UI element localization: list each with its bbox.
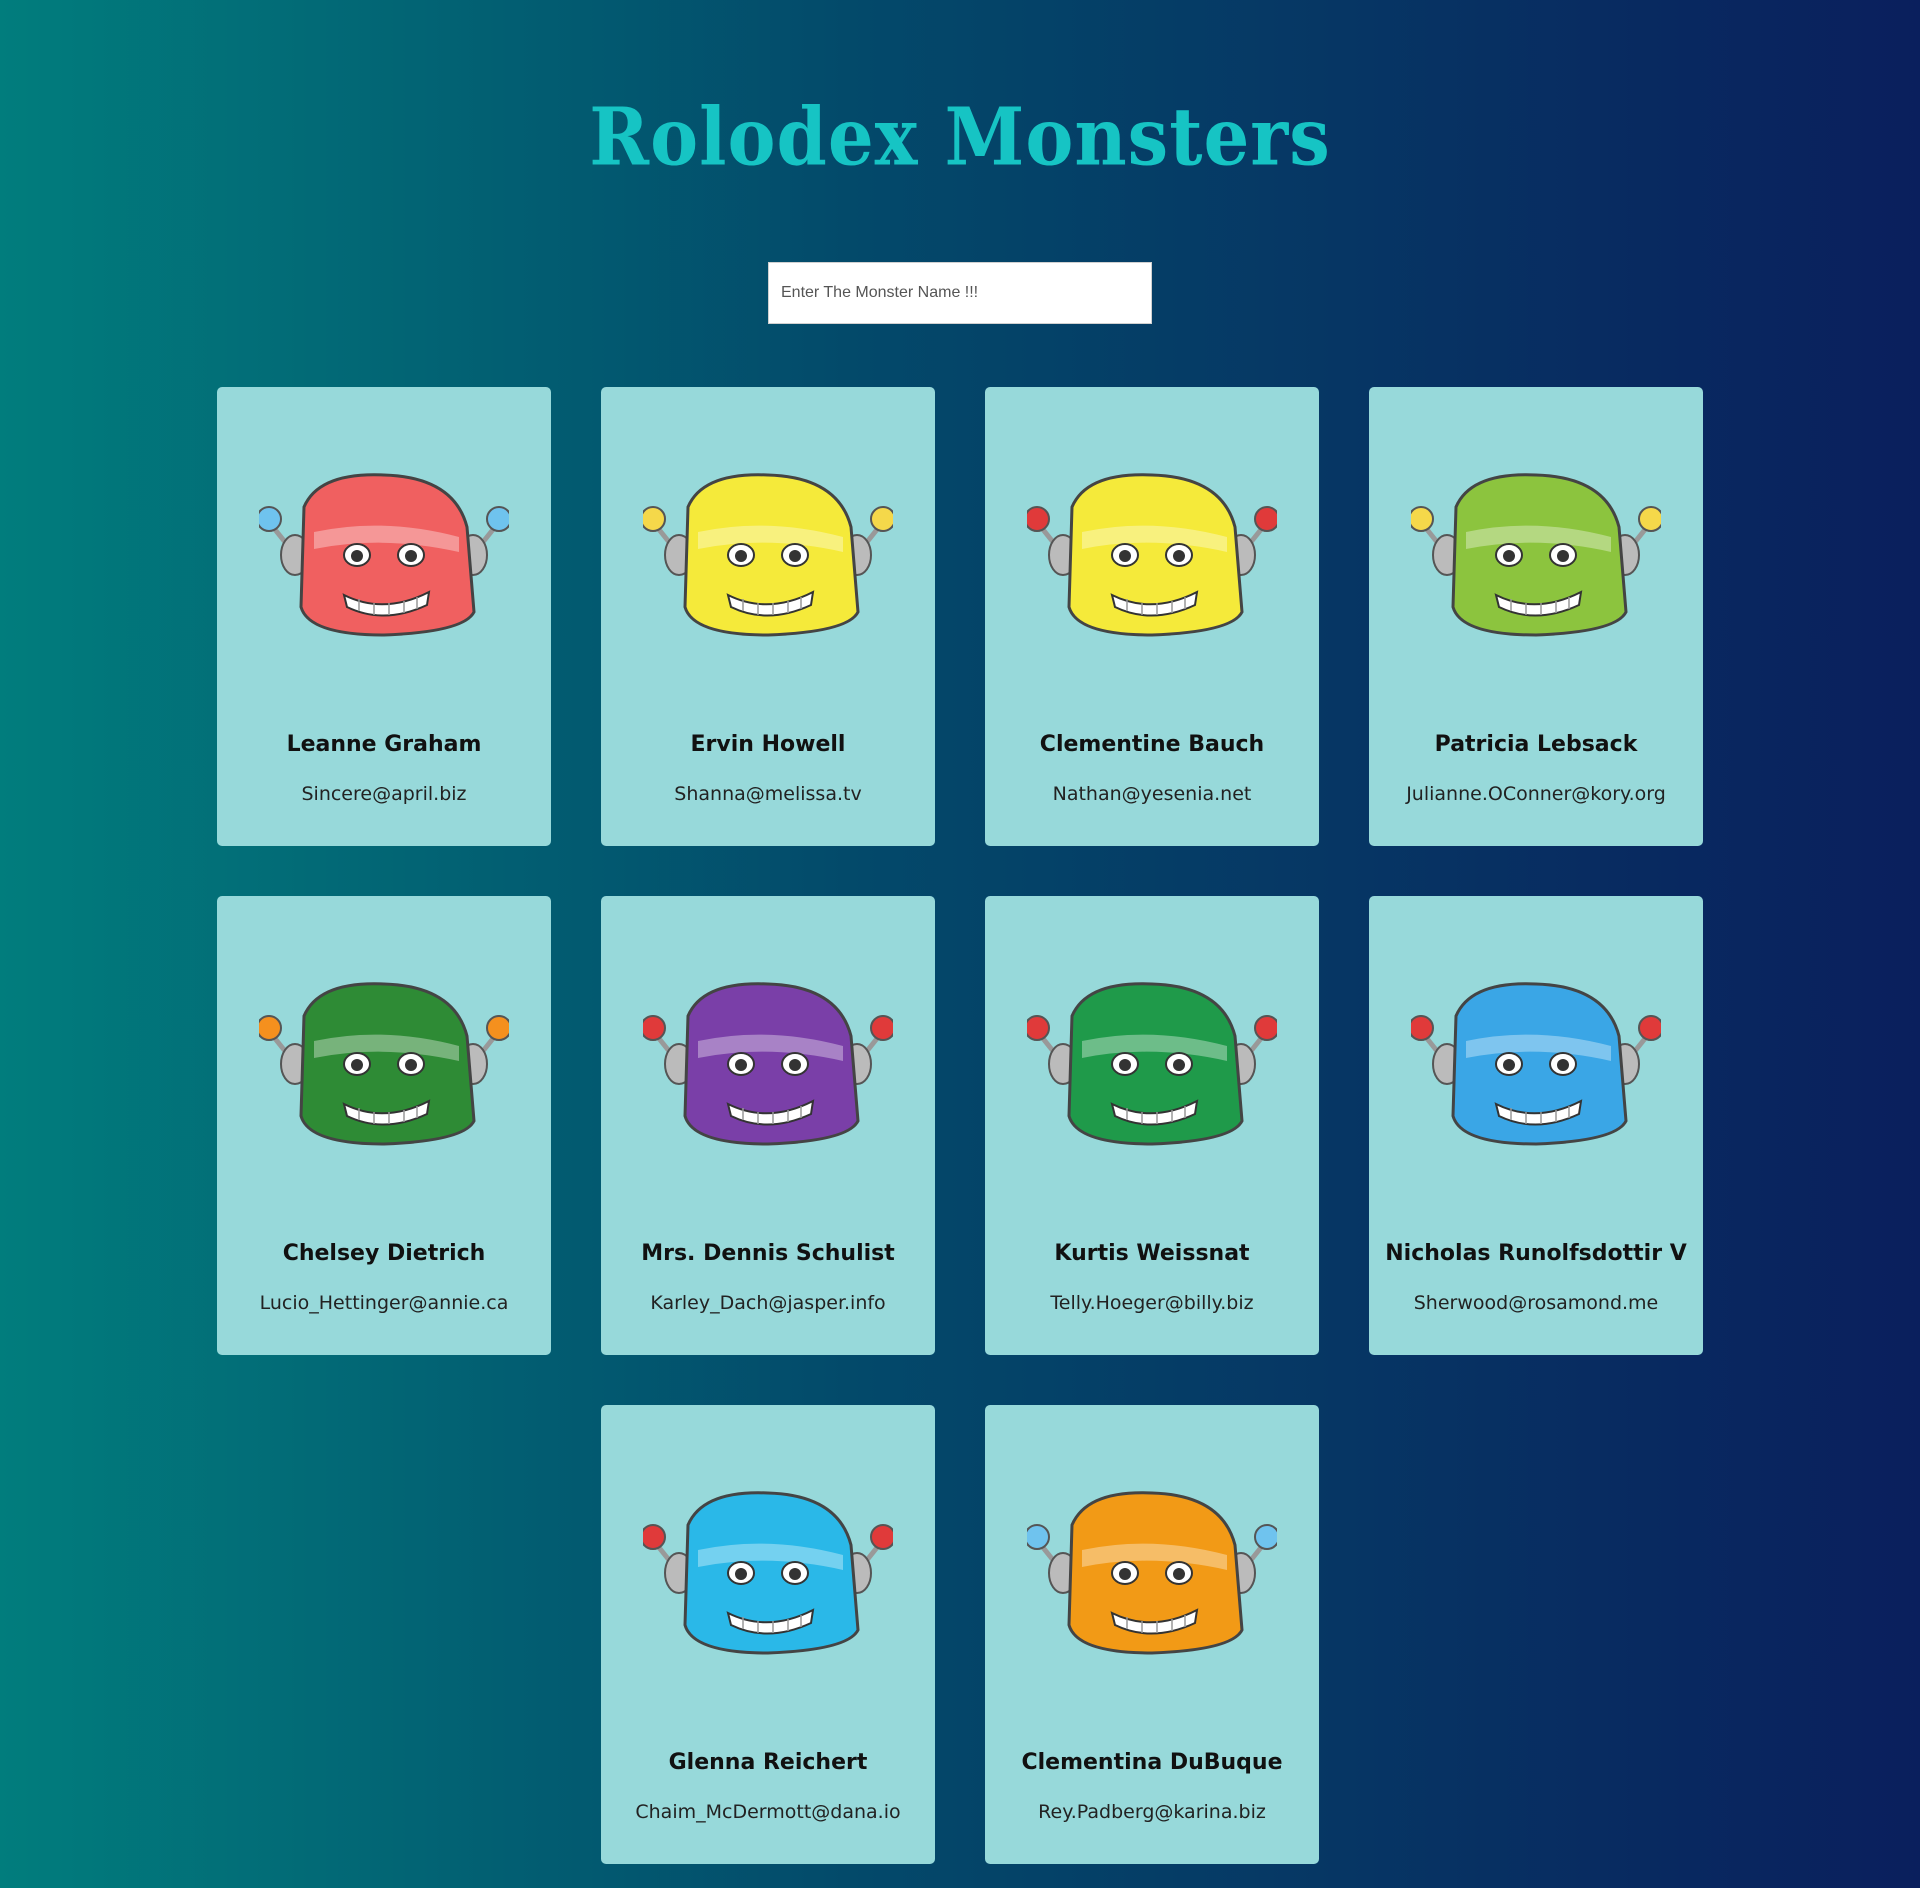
left-ear-icon xyxy=(1027,1524,1050,1550)
left-ear-icon xyxy=(643,1524,666,1550)
monster-email: Rey.Padberg@karina.biz xyxy=(1038,1801,1266,1823)
monster-avatar xyxy=(259,982,509,1146)
left-ear-icon xyxy=(259,506,282,532)
monster-avatar xyxy=(643,982,893,1146)
monster-name: Patricia Lebsack xyxy=(1434,732,1638,757)
monster-email: Julianne.OConner@kory.org xyxy=(1406,783,1666,805)
monster-name: Leanne Graham xyxy=(286,732,482,757)
monster-card[interactable]: Mrs. Dennis Schulist Karley_Dach@jasper.i… xyxy=(601,896,935,1355)
card-list: Leanne Graham Sincere@april.biz Ervin Howe… xyxy=(217,387,1703,1864)
monster-name: Mrs. Dennis Schulist xyxy=(641,1241,895,1266)
monster-card[interactable]: Chelsey Dietrich Lucio_Hettinger@annie.ca xyxy=(217,896,551,1355)
monster-email: Lucio_Hettinger@annie.ca xyxy=(259,1292,509,1314)
monster-card[interactable]: Ervin Howell Shanna@melissa.tv xyxy=(601,387,935,846)
right-ear-icon xyxy=(1254,1524,1277,1550)
left-ear-icon xyxy=(643,1015,666,1041)
monster-email: Telly.Hoeger@billy.biz xyxy=(1050,1292,1254,1314)
left-ear-icon xyxy=(1027,1015,1050,1041)
left-ear-icon xyxy=(643,506,666,532)
left-ear-icon xyxy=(259,1015,282,1041)
monster-card[interactable]: Patricia Lebsack Julianne.OConner@kory.or… xyxy=(1369,387,1703,846)
monster-name: Glenna Reichert xyxy=(668,1750,868,1775)
monster-card[interactable]: Clementina DuBuque Rey.Padberg@karina.biz xyxy=(985,1405,1319,1864)
monster-avatar xyxy=(1411,982,1661,1146)
page-title: Rolodex Monsters xyxy=(589,89,1331,184)
monster-email: Sincere@april.biz xyxy=(301,783,467,805)
monster-avatar xyxy=(1027,473,1277,637)
right-ear-icon xyxy=(1638,506,1661,532)
monster-email: Shanna@melissa.tv xyxy=(674,783,862,805)
monster-avatar xyxy=(1027,982,1277,1146)
monster-name: Kurtis Weissnat xyxy=(1054,1241,1250,1266)
monster-name: Nicholas Runolfsdottir V xyxy=(1385,1241,1687,1266)
search-container xyxy=(0,262,1920,326)
monster-avatar xyxy=(1027,1491,1277,1655)
monster-card[interactable]: Leanne Graham Sincere@april.biz xyxy=(217,387,551,846)
app-root: Rolodex Monsters Leanne Graham Sincere@ap… xyxy=(0,0,1920,1888)
search-input[interactable] xyxy=(768,262,1152,324)
right-ear-icon xyxy=(1254,1015,1277,1041)
monster-card[interactable]: Glenna Reichert Chaim_McDermott@dana.io xyxy=(601,1405,935,1864)
monster-email: Chaim_McDermott@dana.io xyxy=(635,1801,901,1823)
monster-avatar xyxy=(1411,473,1661,637)
right-ear-icon xyxy=(870,506,893,532)
right-ear-icon xyxy=(486,506,509,532)
monster-avatar xyxy=(643,1491,893,1655)
monster-card[interactable]: Kurtis Weissnat Telly.Hoeger@billy.biz xyxy=(985,896,1319,1355)
monster-email: Sherwood@rosamond.me xyxy=(1413,1292,1659,1314)
monster-name: Clementina DuBuque xyxy=(1021,1750,1283,1775)
right-ear-icon xyxy=(870,1015,893,1041)
right-ear-icon xyxy=(1254,506,1277,532)
right-ear-icon xyxy=(870,1524,893,1550)
monster-card[interactable]: Clementine Bauch Nathan@yesenia.net xyxy=(985,387,1319,846)
left-ear-icon xyxy=(1411,506,1434,532)
left-ear-icon xyxy=(1027,506,1050,532)
monster-card[interactable]: Nicholas Runolfsdottir V Sherwood@rosamon… xyxy=(1369,896,1703,1355)
monster-email: Karley_Dach@jasper.info xyxy=(650,1292,886,1314)
monster-name: Chelsey Dietrich xyxy=(282,1241,486,1266)
monster-name: Clementine Bauch xyxy=(1039,732,1265,757)
monster-avatar xyxy=(643,473,893,637)
monster-avatar xyxy=(259,473,509,637)
right-ear-icon xyxy=(486,1015,509,1041)
monster-email: Nathan@yesenia.net xyxy=(1052,783,1252,805)
left-ear-icon xyxy=(1411,1015,1434,1041)
monster-name: Ervin Howell xyxy=(690,732,846,757)
right-ear-icon xyxy=(1638,1015,1661,1041)
